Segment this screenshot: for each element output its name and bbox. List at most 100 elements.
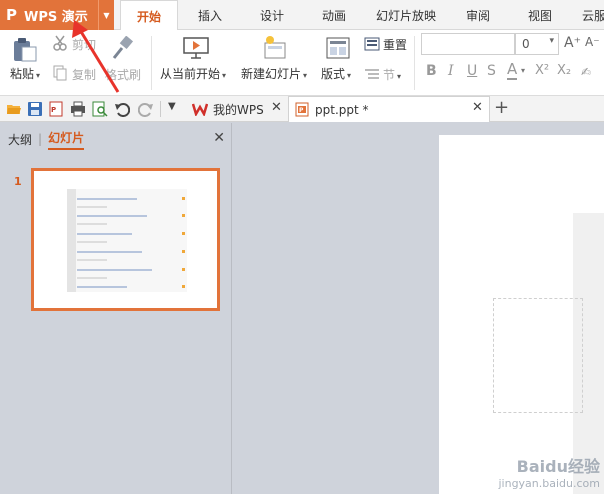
thumbnail-mark bbox=[182, 250, 185, 253]
thumbnail-line bbox=[77, 206, 107, 208]
doc-tab-label: ppt.ppt * bbox=[315, 102, 369, 117]
ribbon-separator bbox=[151, 36, 152, 90]
font-size-dropdown-icon[interactable]: ▾ bbox=[549, 36, 554, 46]
paste-icon[interactable] bbox=[12, 35, 38, 63]
close-tab-icon[interactable]: ✕ bbox=[472, 100, 483, 115]
section-button[interactable]: 节 ▾ bbox=[383, 66, 401, 83]
scissors-icon[interactable] bbox=[53, 35, 67, 51]
new-slide-label: 新建幻灯片 bbox=[241, 67, 302, 81]
reset-button[interactable]: 重置 bbox=[383, 36, 407, 53]
grow-font-icon[interactable]: A⁺ bbox=[564, 35, 581, 51]
format-painter-icon[interactable] bbox=[110, 36, 134, 60]
from-current-button[interactable]: 从当前开始 ▾ bbox=[160, 65, 226, 82]
thumbnail-line bbox=[77, 241, 107, 243]
copy-icon[interactable] bbox=[53, 65, 67, 81]
reset-icon[interactable] bbox=[364, 36, 380, 52]
thumbnail-line bbox=[77, 251, 142, 253]
toolbar-separator bbox=[160, 101, 161, 117]
tab-cloud[interactable]: 云服 bbox=[574, 0, 604, 30]
cut-button[interactable]: 剪切 bbox=[72, 36, 96, 53]
slide-panel: 大纲 | 幻灯片 ✕ 1 bbox=[0, 123, 232, 494]
print-icon[interactable] bbox=[70, 101, 86, 117]
wps-w-icon bbox=[192, 103, 208, 116]
superscript-button[interactable]: X² bbox=[535, 63, 549, 78]
undo-icon[interactable] bbox=[114, 101, 130, 117]
thumbnail-mark bbox=[182, 268, 185, 271]
underline-button[interactable]: U bbox=[467, 63, 477, 79]
section-icon[interactable] bbox=[364, 66, 380, 82]
open-folder-icon[interactable] bbox=[6, 101, 22, 117]
clear-format-icon[interactable]: ✍ bbox=[581, 65, 591, 79]
redo-icon[interactable] bbox=[138, 101, 154, 117]
save-icon[interactable] bbox=[27, 101, 43, 117]
panel-header: 大纲 | 幻灯片 bbox=[0, 123, 232, 155]
thumbnail-line bbox=[77, 277, 107, 279]
tab-outline[interactable]: 大纲 bbox=[8, 131, 32, 148]
layout-label: 版式 bbox=[321, 67, 346, 81]
thumbnail-sidebar bbox=[67, 189, 76, 292]
thumbnail-line bbox=[77, 233, 132, 235]
tab-review[interactable]: 审阅 bbox=[452, 0, 504, 30]
watermark-title: Baidu经验 bbox=[516, 457, 600, 476]
tab-insert[interactable]: 插入 bbox=[184, 0, 236, 30]
font-name-input[interactable] bbox=[421, 33, 515, 55]
slide-editor[interactable]: Baidu经验 jingyan.baidu.com bbox=[233, 123, 604, 494]
thumbnail-line bbox=[77, 259, 107, 261]
quick-access-bar: P ▼ 我的WPS ✕ P ppt.ppt * ✕ + bbox=[0, 96, 604, 122]
thumbnail-mark bbox=[182, 285, 185, 288]
font-color-dropdown-icon[interactable]: ▾ bbox=[521, 66, 525, 75]
tab-slideshow[interactable]: 幻灯片放映 bbox=[368, 0, 444, 30]
app-menu-dropdown[interactable]: ▼ bbox=[98, 0, 114, 30]
ribbon: 粘贴 ▾ 剪切 复制 格式刷 从当前开始 ▾ 新建幻灯片 ▾ 版式 ▾ 重置 节… bbox=[0, 30, 604, 96]
thumbnail-line bbox=[77, 286, 127, 288]
svg-text:P: P bbox=[51, 106, 56, 114]
paste-button[interactable]: 粘贴 ▾ bbox=[10, 65, 40, 82]
tab-design[interactable]: 设计 bbox=[246, 0, 298, 30]
thumbnail-line bbox=[77, 269, 152, 271]
ribbon-separator bbox=[414, 36, 415, 90]
thumbnail-line bbox=[77, 223, 107, 225]
format-painter-button[interactable]: 格式刷 bbox=[105, 66, 141, 83]
close-panel-icon[interactable]: ✕ bbox=[213, 130, 225, 146]
watermark: Baidu经验 jingyan.baidu.com bbox=[498, 453, 600, 490]
tab-home[interactable]: 开始 bbox=[120, 0, 178, 31]
layout-icon[interactable] bbox=[326, 36, 350, 60]
font-size-value: 0 bbox=[522, 37, 530, 51]
subscript-button[interactable]: X₂ bbox=[557, 63, 571, 78]
ppt-file-icon: P bbox=[295, 102, 309, 117]
thumbnail-mark bbox=[182, 197, 185, 200]
copy-button[interactable]: 复制 bbox=[72, 66, 96, 83]
italic-button[interactable]: I bbox=[448, 63, 454, 79]
text-placeholder-box[interactable] bbox=[493, 298, 583, 413]
bold-button[interactable]: B bbox=[426, 63, 437, 79]
thumbnail-line bbox=[77, 215, 147, 217]
new-slide-icon[interactable] bbox=[262, 35, 288, 61]
export-pdf-icon[interactable]: P bbox=[48, 101, 64, 117]
print-preview-icon[interactable] bbox=[92, 101, 108, 117]
layout-button[interactable]: 版式 ▾ bbox=[321, 65, 351, 82]
tab-slides[interactable]: 幻灯片 bbox=[48, 129, 85, 150]
new-slide-button[interactable]: 新建幻灯片 ▾ bbox=[241, 65, 307, 82]
shrink-font-icon[interactable]: A⁻ bbox=[585, 35, 600, 49]
app-name: WPS 演示 bbox=[24, 9, 88, 25]
doc-tab-label: 我的WPS bbox=[213, 102, 264, 117]
customize-toolbar-icon[interactable]: ▼ bbox=[168, 101, 176, 112]
slide-thumbnail[interactable] bbox=[31, 168, 220, 311]
app-menu-button[interactable]: P WPS 演示 bbox=[0, 0, 98, 30]
font-size-input[interactable]: 0 ▾ bbox=[515, 33, 559, 55]
thumbnail-content bbox=[67, 189, 187, 292]
doc-tab-ppt[interactable]: P ppt.ppt * bbox=[288, 96, 490, 122]
shadow-button[interactable]: S bbox=[487, 63, 496, 79]
wps-logo-icon: P bbox=[6, 6, 17, 24]
slide-number: 1 bbox=[14, 175, 22, 188]
font-color-button[interactable]: A bbox=[507, 61, 518, 80]
watermark-url: jingyan.baidu.com bbox=[498, 477, 600, 490]
play-from-current-icon[interactable] bbox=[183, 36, 209, 60]
new-tab-icon[interactable]: + bbox=[494, 97, 509, 118]
tab-view[interactable]: 视图 bbox=[514, 0, 566, 30]
section-label: 节 bbox=[383, 68, 396, 82]
tab-animation[interactable]: 动画 bbox=[308, 0, 360, 30]
close-tab-icon[interactable]: ✕ bbox=[271, 100, 282, 115]
paste-label: 粘贴 bbox=[10, 67, 35, 81]
menu-bar: P WPS 演示 ▼ 开始 插入 设计 动画 幻灯片放映 审阅 视图 云服 bbox=[0, 0, 604, 31]
